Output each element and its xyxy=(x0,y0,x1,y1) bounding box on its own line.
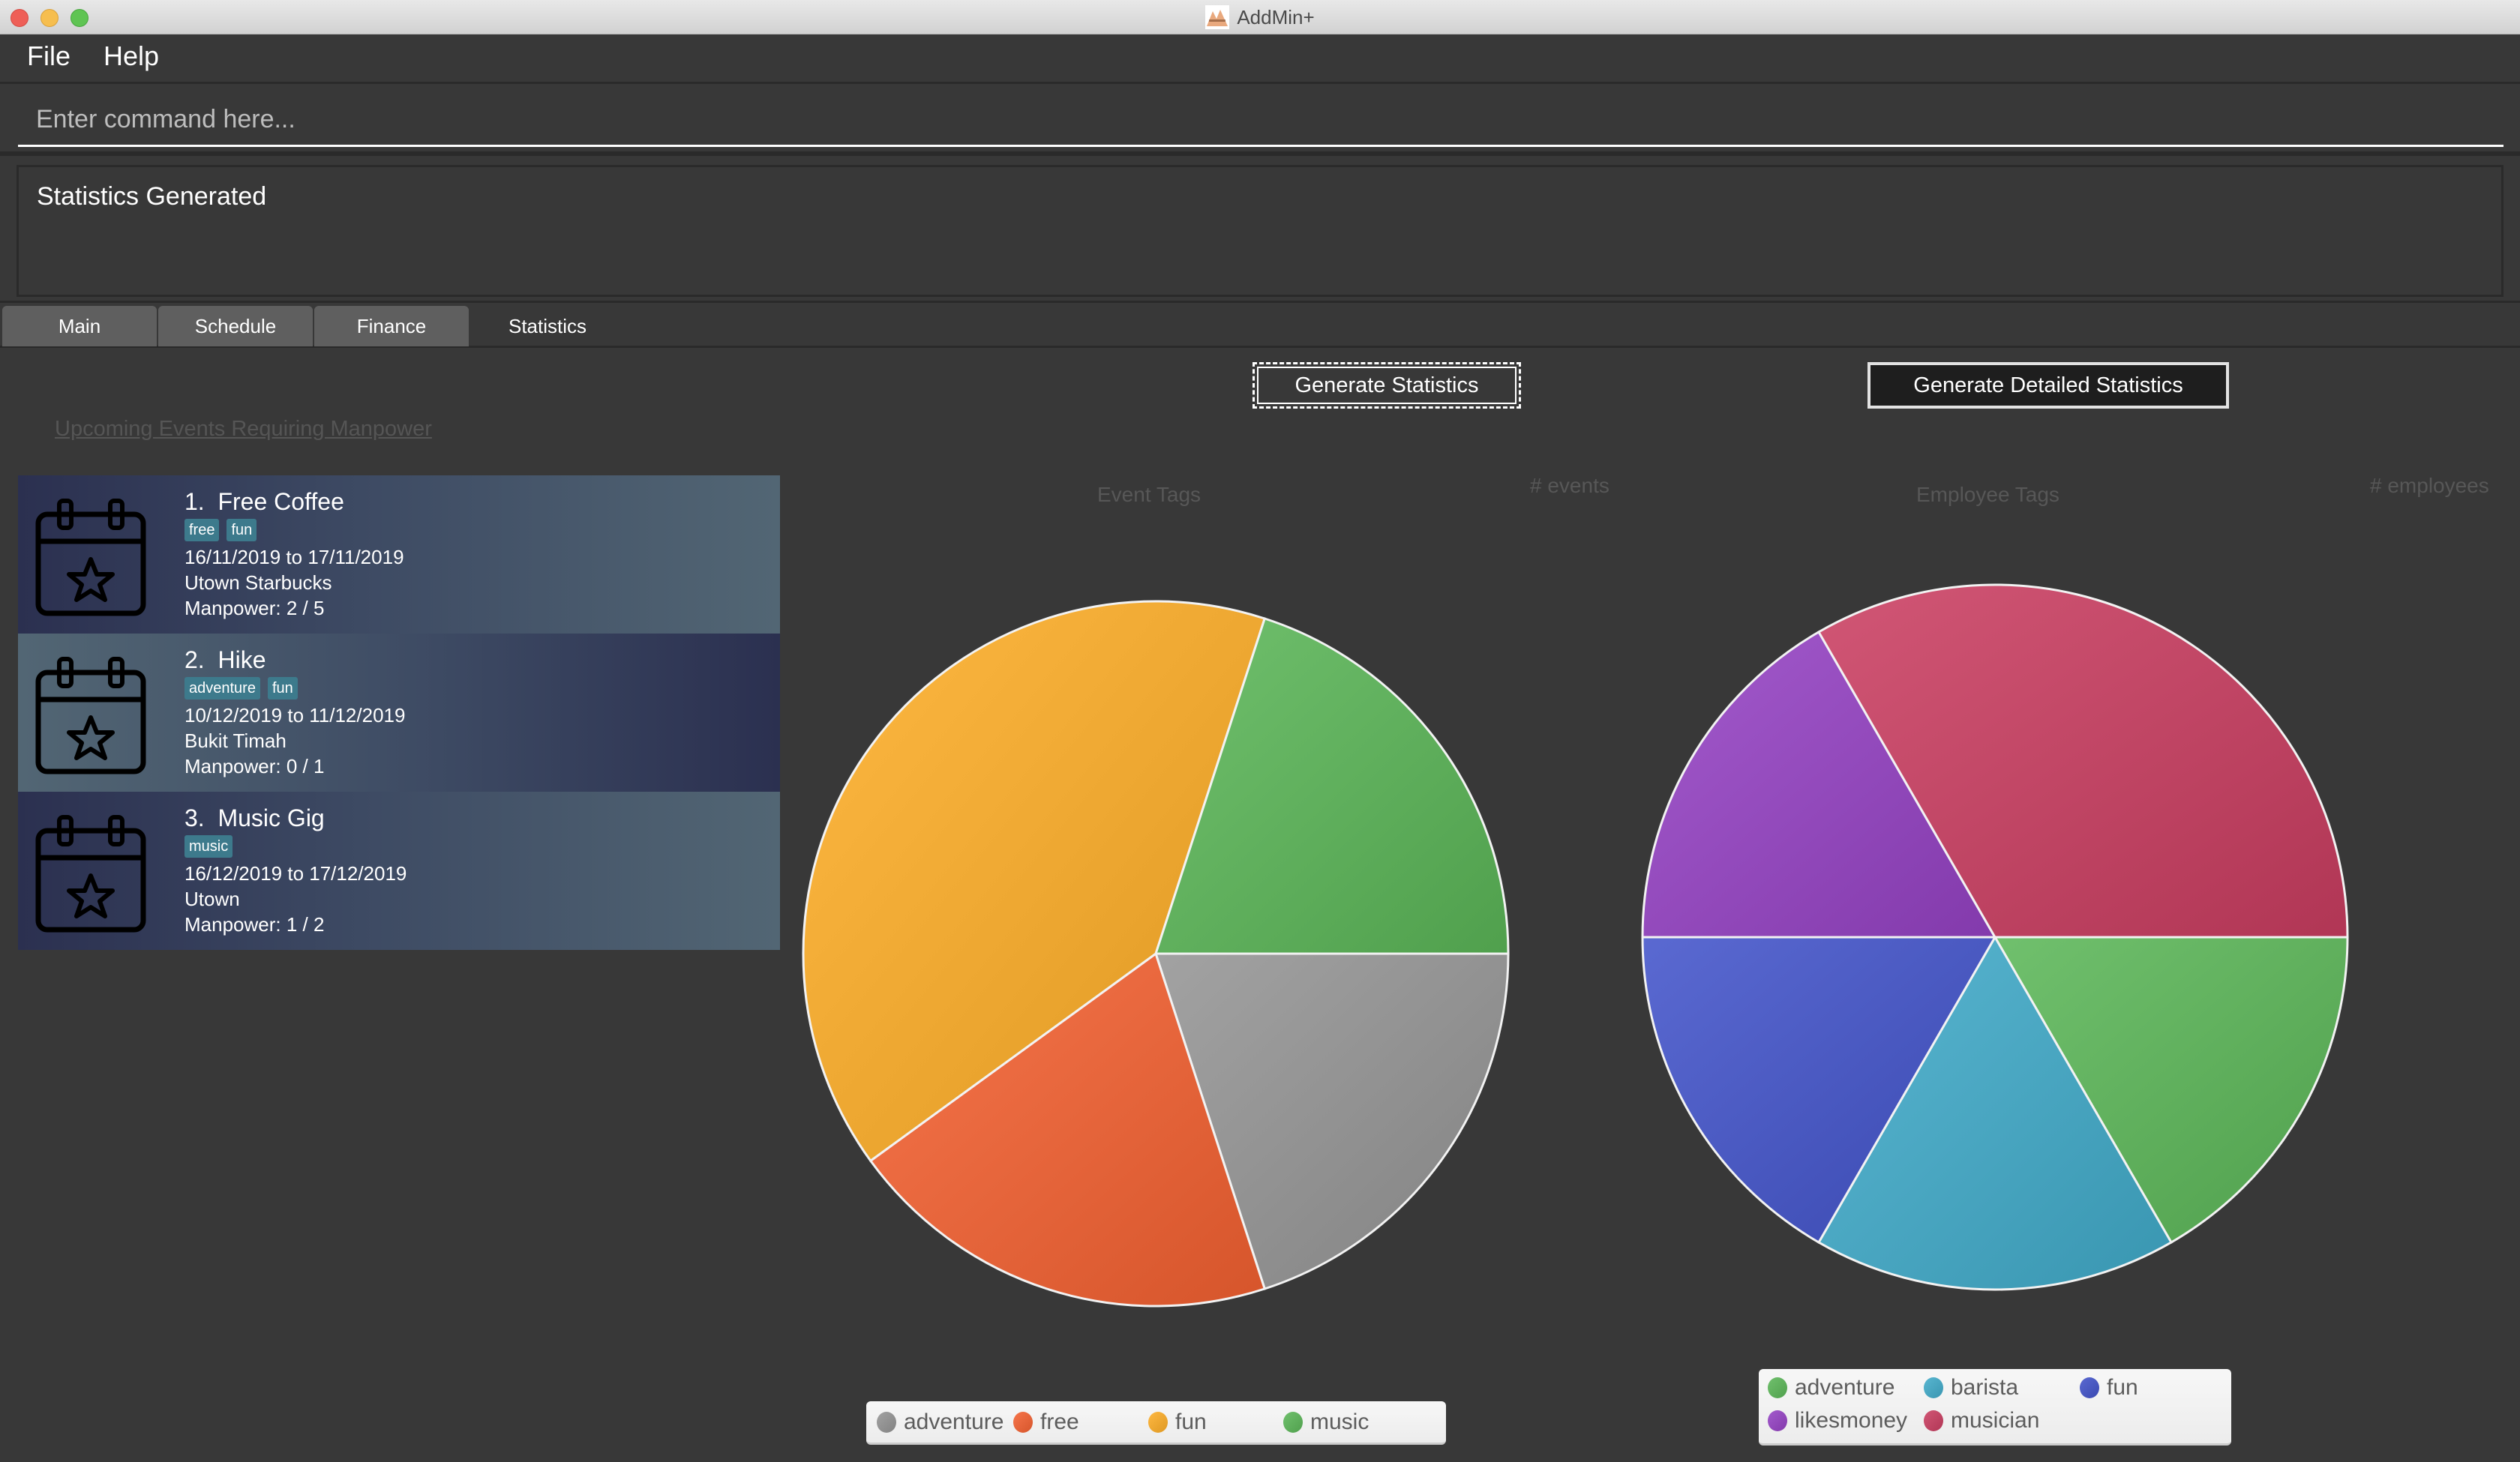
employee-chart-title: Employee Tags xyxy=(1916,483,2060,506)
legend-item-adventure: adventure xyxy=(1768,1375,1894,1401)
legend-swatch xyxy=(1924,1410,1943,1431)
legend-swatch xyxy=(877,1412,896,1433)
event-manpower: Manpower: 1 / 2 xyxy=(184,913,325,936)
upcoming-events-label[interactable]: Upcoming Events Requiring Manpower xyxy=(55,417,432,442)
event-tags-pie xyxy=(802,600,1510,1308)
event-info: 2. Hike adventure fun 10/12/2019 to 11/1… xyxy=(184,644,405,779)
window-title: AddMin+ xyxy=(1237,5,1315,28)
tab-finance[interactable]: Finance xyxy=(314,306,469,346)
event-title: 1. Free Coffee xyxy=(184,486,404,517)
event-tags: free fun xyxy=(184,519,404,541)
legend-swatch xyxy=(2080,1377,2099,1398)
event-card[interactable]: 2. Hike adventure fun 10/12/2019 to 11/1… xyxy=(18,634,780,792)
event-chart-title: Event Tags xyxy=(1097,483,1202,506)
event-list: 1. Free Coffee free fun 16/11/2019 to 17… xyxy=(18,475,780,950)
calendar-star-icon xyxy=(35,499,146,616)
event-tags: adventure fun xyxy=(184,677,405,700)
legend-label: free xyxy=(1040,1410,1079,1434)
title-wrap: AddMin+ xyxy=(0,0,2520,34)
event-venue: Utown xyxy=(184,888,240,910)
event-name: Hike xyxy=(218,646,266,673)
event-card[interactable]: 3. Music Gig music 16/12/2019 to 17/12/2… xyxy=(18,792,780,950)
title-bar: AddMin+ xyxy=(0,0,2520,34)
legend-label: music xyxy=(1310,1410,1370,1434)
result-display: Statistics Generated xyxy=(16,165,2504,297)
tab-statistics[interactable]: Statistics xyxy=(470,306,625,346)
legend-swatch xyxy=(1013,1412,1033,1433)
event-name: Music Gig xyxy=(218,804,325,831)
event-title: 2. Hike xyxy=(184,644,405,676)
employee-chart-ylabel: # employees xyxy=(2370,474,2489,497)
legend-item-music: music xyxy=(1283,1410,1369,1435)
tag: fun xyxy=(226,519,257,541)
legend-item-fun: fun xyxy=(1148,1410,1207,1435)
event-manpower: Manpower: 2 / 5 xyxy=(184,597,325,619)
event-manpower: Manpower: 0 / 1 xyxy=(184,755,325,777)
legend-swatch xyxy=(1768,1377,1787,1398)
event-dates: 16/11/2019 to 17/11/2019 xyxy=(184,546,404,568)
event-name: Free Coffee xyxy=(218,488,344,515)
tag: free xyxy=(184,519,220,541)
legend-item-adventure: adventure xyxy=(877,1410,1004,1435)
event-dates: 10/12/2019 to 11/12/2019 xyxy=(184,704,406,727)
tab-bar: Main Schedule Finance Statistics xyxy=(0,304,2520,348)
event-venue: Utown Starbucks xyxy=(184,571,332,594)
legend-label: adventure xyxy=(1795,1375,1895,1400)
menu-bar: File Help xyxy=(0,34,2520,84)
event-dates: 16/12/2019 to 17/12/2019 xyxy=(184,862,407,885)
command-input[interactable] xyxy=(18,94,2504,147)
tag: adventure xyxy=(184,677,260,700)
event-info: 3. Music Gig music 16/12/2019 to 17/12/2… xyxy=(184,802,406,937)
event-index: 2. xyxy=(184,646,205,673)
menu-help[interactable]: Help xyxy=(104,40,159,72)
employee-tags-pie xyxy=(1641,583,2349,1291)
legend-swatch xyxy=(1148,1412,1168,1433)
result-text: Statistics Generated xyxy=(37,182,267,211)
event-card[interactable]: 1. Free Coffee free fun 16/11/2019 to 17… xyxy=(18,475,780,634)
generate-detailed-statistics-button[interactable]: Generate Detailed Statistics xyxy=(1868,362,2229,409)
legend-swatch xyxy=(1924,1377,1943,1398)
event-title: 3. Music Gig xyxy=(184,802,406,834)
legend-item-barista: barista xyxy=(1924,1375,2018,1401)
legend-item-fun: fun xyxy=(2080,1375,2138,1401)
event-index: 1. xyxy=(184,488,205,515)
command-area xyxy=(0,84,2520,156)
legend-swatch xyxy=(1283,1412,1303,1433)
legend-item-musician: musician xyxy=(1924,1408,2039,1434)
calendar-star-icon xyxy=(35,815,146,933)
statistics-panel: Upcoming Events Requiring Manpower 1. Fr… xyxy=(0,348,2520,1462)
employee-chart-legend: adventure barista fun likesmoney musician xyxy=(1759,1369,2231,1446)
app-window: AddMin+ File Help Statistics Generated M… xyxy=(0,0,2520,1462)
event-tags: music xyxy=(184,835,406,858)
event-chart-legend: adventure free fun music xyxy=(866,1401,1446,1445)
legend-label: likesmoney xyxy=(1795,1408,1908,1433)
generate-statistics-button[interactable]: Generate Statistics xyxy=(1252,362,1521,409)
legend-item-likesmoney: likesmoney xyxy=(1768,1408,1907,1434)
event-info: 1. Free Coffee free fun 16/11/2019 to 17… xyxy=(184,486,404,621)
legend-label: fun xyxy=(1175,1410,1207,1434)
tag: music xyxy=(184,835,233,858)
result-area: Statistics Generated xyxy=(0,156,2520,303)
event-index: 3. xyxy=(184,804,205,831)
tab-main[interactable]: Main xyxy=(2,306,157,346)
legend-item-free: free xyxy=(1013,1410,1079,1435)
calendar-star-icon xyxy=(35,657,146,774)
tab-schedule[interactable]: Schedule xyxy=(158,306,313,346)
menu-file[interactable]: File xyxy=(27,40,70,72)
legend-swatch xyxy=(1768,1410,1787,1431)
event-venue: Bukit Timah xyxy=(184,730,286,752)
legend-label: adventure xyxy=(904,1410,1004,1434)
legend-label: fun xyxy=(2107,1375,2138,1400)
legend-label: musician xyxy=(1951,1408,2040,1433)
app-logo-icon xyxy=(1205,5,1230,29)
event-chart-ylabel: # events xyxy=(1530,474,1610,497)
tag: fun xyxy=(267,677,298,700)
legend-label: barista xyxy=(1951,1375,2019,1400)
